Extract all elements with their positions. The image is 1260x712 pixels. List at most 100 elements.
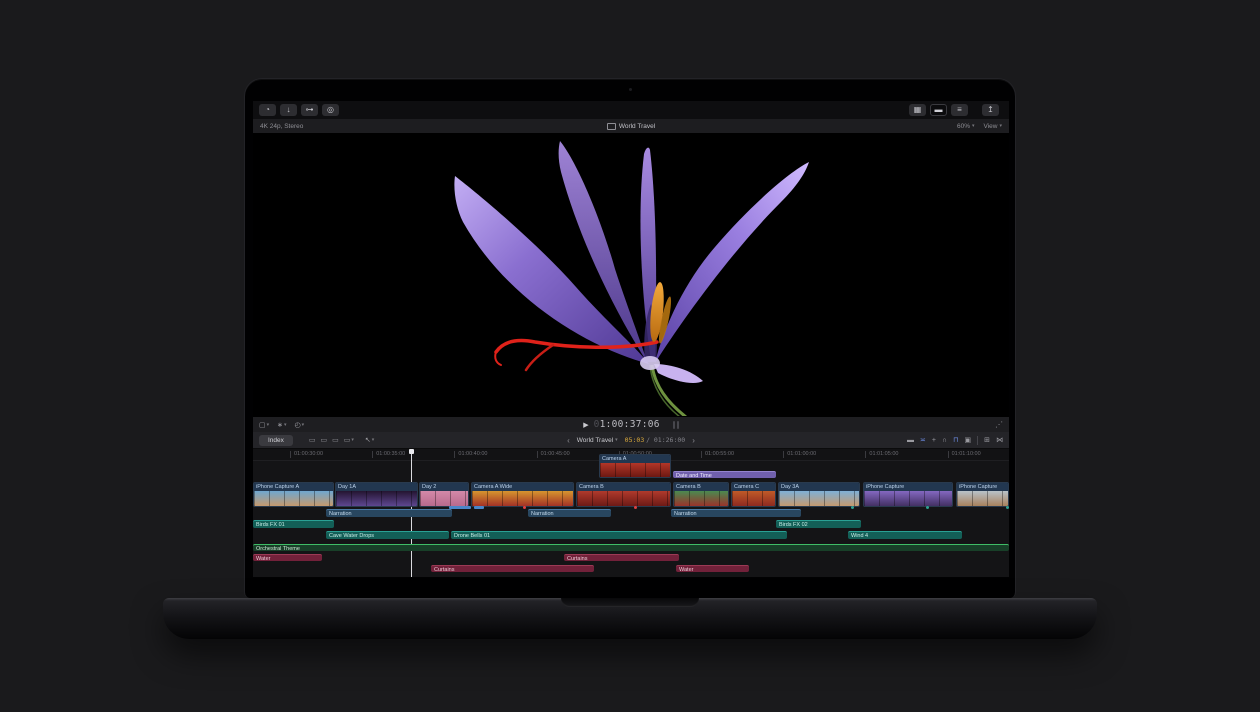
skimming-icon[interactable]: ≍ [920,436,926,444]
project-dropdown[interactable]: World Travel ▾ [577,437,618,444]
picture-in-picture-icon[interactable]: ⊞ [984,436,990,444]
audio-clip[interactable]: Curtains [431,565,594,572]
video-clip[interactable]: iPhone Capture A [253,482,334,507]
clip-thumbnails [732,491,775,506]
audio-clip[interactable]: Narration [528,509,611,517]
video-clip[interactable]: Day 1A [335,482,418,507]
marker [851,506,854,509]
marker [634,506,637,509]
solo-icon[interactable]: ∩ [942,437,947,444]
download-icon[interactable]: ↓ [280,104,297,116]
clip-thumbnails [254,491,333,506]
project-timecode: 05:03 / 01:26:00 [625,436,686,444]
title-clip[interactable]: Date and Time [673,471,776,478]
toolbar-separator [977,436,978,445]
display-icon [607,123,616,130]
audio-clip[interactable]: Narration [671,509,801,517]
viewer-canvas [253,134,1009,416]
audio-clip[interactable]: Birds FX 01 [253,520,334,528]
audio-clip[interactable]: Water [253,554,322,561]
clip-thumbnails [864,491,952,506]
clip-thumbnails [674,491,728,506]
clip-thumbnails [336,491,417,506]
audio-clip[interactable]: Wind 4 [848,531,962,539]
view-dropdown[interactable]: View▾ [984,123,1003,130]
audio-clip[interactable]: Cave Water Drops [326,531,449,539]
marker [474,506,484,509]
timeline-tracks[interactable]: 01:00:30:0001:00:35:0001:00:40:0001:00:4… [253,449,1009,577]
import-icon[interactable]: ◔ [259,104,276,116]
clip-thumbnails [779,491,859,506]
ruler-tick [537,451,538,458]
clip-label: Day 3A [779,483,859,491]
clip-thumbnails [420,491,468,506]
ruler-label: 01:00:55:00 [705,451,734,457]
viewer-toolbar-right-group: ▦ ▬ ≡ ↥ [909,104,1003,116]
current-timecode: 01:00:37:06 [594,419,660,430]
chevron-down-icon: ▾ [999,123,1002,129]
background-tasks-icon[interactable]: ◎ [322,104,339,116]
stage: ◔↓⊶◎ ▦▬≡↥ 4K 24p, Stereo World Travel 60… [0,0,1260,712]
crocus-flower-image [253,134,1009,416]
clip-label: Camera C [732,483,775,491]
clip-label: iPhone Capture A [254,483,333,491]
audio-clip[interactable]: Birds FX 02 [776,520,861,528]
ruler-tick [948,451,949,458]
clip-thumbnails [472,491,573,506]
clip-appearance-icon[interactable]: ▣ [965,436,972,444]
ruler-tick [454,451,455,458]
trim-icon[interactable]: ▬ [907,437,914,444]
timeline-toolbar: Index ▭▭▭▭▾ ↖ ▾ ‹ World Travel ▾ 05:03 /… [253,432,1009,449]
chevron-down-icon: ▾ [615,437,618,443]
video-clip[interactable]: iPhone Capture [863,482,953,507]
marker [449,506,471,509]
video-clip[interactable]: Camera C [731,482,776,507]
previous-project-button[interactable]: ‹ [567,436,570,445]
video-clip[interactable]: Day 3A [778,482,860,507]
audio-clip[interactable]: Drone Bells 01 [451,531,787,539]
ruler-tick [290,451,291,458]
video-clip[interactable]: Camera A Wide [471,482,574,507]
play-icon[interactable]: ▶ [583,421,588,429]
ruler-tick [783,451,784,458]
browser-view-icon[interactable]: ▦ [909,104,926,116]
ruler-tick [701,451,702,458]
trackpad-notch [561,598,699,607]
macbook-screen: ◔↓⊶◎ ▦▬≡↥ 4K 24p, Stereo World Travel 60… [244,78,1016,598]
viewer-toggle-icon[interactable]: ▬ [930,104,947,116]
ruler-label: 01:00:35:00 [376,451,405,457]
audio-clip[interactable]: Curtains [564,554,679,561]
ruler-label: 01:01:00:00 [787,451,816,457]
timeline-fullscreen-icon[interactable]: ⋈ [996,436,1003,444]
final-cut-pro-window: ◔↓⊶◎ ▦▬≡↥ 4K 24p, Stereo World Travel 60… [253,101,1009,577]
video-clip[interactable]: iPhone Capture [956,482,1009,507]
viewer-title: World Travel [253,123,1009,130]
viewer-title-label: World Travel [619,123,655,130]
keyword-editor-icon[interactable]: ⊶ [301,104,318,116]
clip-label: Camera B [577,483,670,491]
ruler-tick [865,451,866,458]
audio-clip[interactable]: Water [676,565,749,572]
clip-thumbnails [957,491,1008,506]
snapping-icon[interactable]: ⊓ [953,436,958,444]
video-clip[interactable]: Camera A [599,454,671,478]
video-clip[interactable]: Camera B [673,482,729,507]
audio-clip[interactable]: Orchestral Theme [253,544,1009,551]
audio-meters[interactable] [673,421,679,429]
inspector-toggle-icon[interactable]: ≡ [951,104,968,116]
marker [1006,506,1009,509]
share-icon[interactable]: ↥ [982,104,999,116]
ruler-label: 01:00:30:00 [294,451,323,457]
video-clip[interactable]: Day 2 [419,482,469,507]
zoom-level-dropdown[interactable]: 60%▾ [957,123,975,130]
clip-label: Day 1A [336,483,417,491]
video-clip[interactable]: Camera B [576,482,671,507]
transport-bar: ▢▾∗▾◴▾ ▶ 01:00:37:06 ⋰ [253,416,1009,432]
audio-skimming-icon[interactable]: + [932,437,936,444]
next-project-button[interactable]: › [692,436,695,445]
clip-label: iPhone Capture [957,483,1008,491]
clip-label: iPhone Capture [864,483,952,491]
viewer-expand-icon[interactable]: ⋰ [995,420,1003,429]
audio-clip[interactable]: Narration [326,509,452,517]
marker [523,506,526,509]
